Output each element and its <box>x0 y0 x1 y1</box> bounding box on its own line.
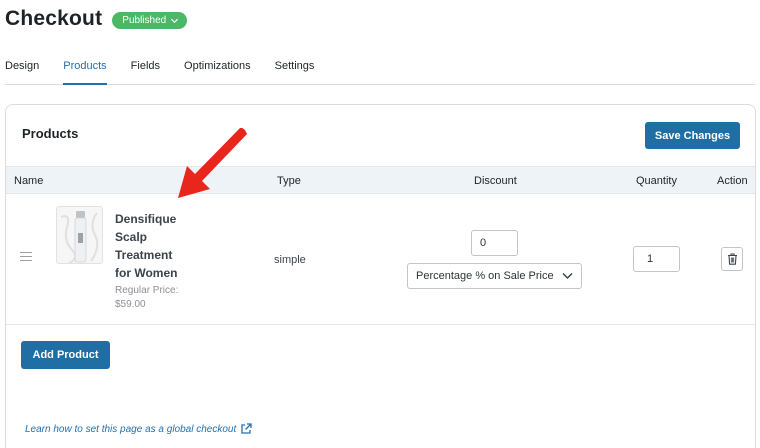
tab-settings[interactable]: Settings <box>275 58 315 85</box>
add-product-button[interactable]: Add Product <box>21 341 110 369</box>
page-title: Checkout <box>5 7 103 30</box>
column-name: Name <box>14 175 44 187</box>
column-type: Type <box>277 175 301 187</box>
delete-product-button[interactable] <box>721 247 743 271</box>
global-checkout-link-text: Learn how to set this page as a global c… <box>25 423 237 435</box>
product-thumbnail <box>56 206 103 264</box>
discount-type-select[interactable]: Percentage % on Sale Price <box>407 263 582 289</box>
column-discount: Discount <box>474 175 517 187</box>
chevron-down-icon <box>562 272 573 280</box>
table-row: Densifique Scalp Treatment for Women Reg… <box>6 194 755 325</box>
tab-design[interactable]: Design <box>5 58 39 85</box>
tab-optimizations[interactable]: Optimizations <box>184 58 251 85</box>
quantity-input[interactable]: 1 <box>633 246 680 272</box>
discount-value-input[interactable]: 0 <box>471 230 518 256</box>
save-changes-button[interactable]: Save Changes <box>645 122 740 149</box>
external-link-icon <box>241 423 252 434</box>
drag-handle-icon[interactable] <box>20 252 32 264</box>
page-header: Checkout Published <box>5 7 188 31</box>
global-checkout-link[interactable]: Learn how to set this page as a global c… <box>25 423 252 435</box>
product-name: Densifique Scalp Treatment for Women <box>115 212 178 280</box>
chevron-down-icon <box>171 18 179 24</box>
trash-icon <box>727 253 737 265</box>
status-badge[interactable]: Published <box>112 12 188 29</box>
product-type: simple <box>274 254 306 266</box>
annotation-arrow-icon <box>178 128 247 198</box>
tab-fields[interactable]: Fields <box>131 58 160 85</box>
product-regular-price: Regular Price: $59.00 <box>115 285 179 310</box>
tab-bar: Design Products Fields Optimizations Set… <box>5 58 755 85</box>
products-card-title: Products <box>22 126 79 141</box>
status-label: Published <box>122 15 167 26</box>
column-quantity: Quantity <box>636 175 677 187</box>
column-action: Action <box>717 175 748 187</box>
tab-products[interactable]: Products <box>63 58 107 85</box>
products-card: Products Save Changes Name Type Discount… <box>5 104 756 448</box>
discount-type-value: Percentage % on Sale Price <box>416 270 554 282</box>
table-header: Name Type Discount Quantity Action <box>6 166 755 194</box>
